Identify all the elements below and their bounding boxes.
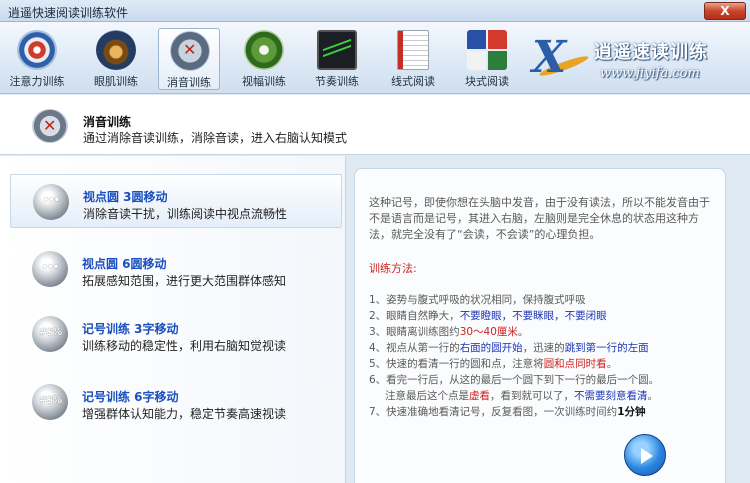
- list-item[interactable]: ••• 视点圆 6圆移动 拓展感知范围，进行更大范围群体感知: [10, 242, 342, 296]
- tool-rhythm-training[interactable]: 节奏训练: [306, 28, 368, 90]
- step-text: 3、眼睛离训练图约: [369, 326, 460, 338]
- mute-speaker-icon: [32, 109, 68, 143]
- dot-ball-icon: •••: [32, 251, 68, 287]
- title-bar: 逍遥快速阅读训练软件 X: [0, 0, 750, 22]
- step-text: 5、快速的看清一行的圆和点，注意将: [369, 358, 544, 370]
- step-text: 。: [517, 326, 529, 338]
- tool-block-reading[interactable]: 块式阅读: [456, 28, 518, 90]
- step-highlight: 不要瞪眼，不要眯眼，不要闭眼: [459, 310, 607, 322]
- tool-label: 消音训练: [167, 76, 211, 89]
- window-title: 逍遥快速阅读训练软件: [8, 6, 129, 20]
- step-text: 7、快速准确地看清记号，反复看图，一次训练时间约: [369, 406, 618, 418]
- blocks-icon: [467, 30, 507, 70]
- step-highlight: 1分钟: [617, 406, 646, 418]
- list-item[interactable]: #$% 记号训练 3字移动 训练移动的稳定性，利用右脑知觉视读: [10, 307, 342, 361]
- item-title: 记号训练 6字移动: [82, 390, 179, 404]
- tool-mute-training[interactable]: 消音训练: [158, 28, 220, 90]
- step-2: 2、眼睛自然睁大，不要瞪眼，不要眯眼，不要闭眼: [369, 308, 721, 324]
- section-description: 通过消除音读训练，消除音读，进入右脑认知模式: [83, 131, 348, 145]
- brand-url: www.jiyifa.com: [600, 66, 700, 81]
- tool-label: 眼肌训练: [94, 75, 138, 88]
- mute-speaker-icon: [170, 31, 210, 71]
- ball-glyph: #$%: [38, 395, 62, 406]
- tool-line-reading[interactable]: 线式阅读: [382, 28, 444, 90]
- ball-glyph: #$%: [38, 327, 62, 338]
- target-icon: [17, 30, 57, 70]
- toolbar: 注意力训练 眼肌训练 消音训练 视幅训练 节奏训练 线式阅读 块式阅读 X 逍遥…: [0, 22, 750, 94]
- next-arrow-button[interactable]: [624, 434, 666, 476]
- eye-icon: [96, 30, 136, 70]
- step-7: 7、快速准确地看清记号，反复看图，一次训练时间约1分钟: [369, 404, 721, 420]
- symbol-ball-icon: #$%: [32, 316, 68, 352]
- step-4: 4、视点从第一行的右面的圆开始，迅速的跳到第一行的左面: [369, 340, 721, 356]
- step-highlight: 30～40厘米: [459, 326, 518, 338]
- tool-view-width-training[interactable]: 视幅训练: [233, 28, 295, 90]
- step-5: 5、快速的看清一行的圆和点，注意将圆和点同时看。: [369, 356, 721, 372]
- tool-eye-muscle-training[interactable]: 眼肌训练: [85, 28, 147, 90]
- section-title: 消音训练: [83, 115, 132, 129]
- step-highlight: 跳到第一行的左面: [564, 342, 649, 354]
- step-text: ，看到就可以了，: [490, 390, 574, 402]
- item-title: 视点圆 6圆移动: [82, 257, 167, 271]
- close-button[interactable]: X: [704, 2, 746, 20]
- ball-glyph: •••: [42, 195, 60, 206]
- intro-text: 这种记号，即使你想在头脑中发音，由于没有读法，所以不能发音由于不是语言而是记号，…: [369, 196, 710, 241]
- step-highlight: 不需要刻意看清: [574, 390, 648, 402]
- step-text: 4、视点从第一行的: [369, 342, 460, 354]
- description-panel: 这种记号，即使你想在头脑中发音，由于没有读法，所以不能发音由于不是语言而是记号，…: [354, 168, 726, 483]
- method-title: 训练方法:: [369, 262, 417, 275]
- step-text: 。: [647, 390, 659, 402]
- step-text: 。: [606, 358, 618, 370]
- step-1: 1、姿势与腹式呼吸的状况相同，保持腹式呼吸: [369, 294, 586, 306]
- tool-label: 注意力训练: [9, 75, 65, 88]
- notebook-icon: [397, 30, 429, 70]
- tool-label: 节奏训练: [315, 75, 359, 88]
- step-highlight: 圆和点同时看: [543, 358, 607, 370]
- item-description: 训练移动的稳定性，利用右脑知觉视读: [82, 339, 287, 353]
- step-6-note: 注意最后这个点是虚看，看到就可以了，不需要刻意看清。: [369, 388, 721, 404]
- item-description: 拓展感知范围，进行更大范围群体感知: [82, 274, 287, 288]
- symbol-ball-icon: #$%: [32, 384, 68, 420]
- item-title: 视点圆 3圆移动: [83, 190, 168, 204]
- step-highlight: 右面的圆开始: [459, 342, 523, 354]
- step-text: ，迅速的: [522, 342, 565, 354]
- step-3: 3、眼睛离训练图约30～40厘米。: [369, 324, 721, 340]
- tool-label: 块式阅读: [465, 75, 509, 88]
- brand-logo: X 逍遥速读训练 www.jiyifa.com: [528, 32, 738, 88]
- brand-name: 逍遥速读训练: [594, 42, 708, 63]
- step-highlight: 虚看: [469, 390, 490, 402]
- step-text: 注意最后这个点是: [385, 390, 469, 402]
- item-description: 增强群体认知能力，稳定节奏高速视读: [82, 407, 287, 421]
- item-title: 记号训练 3字移动: [82, 322, 179, 336]
- method-steps: 1、姿势与腹式呼吸的状况相同，保持腹式呼吸 2、眼睛自然睁大，不要瞪眼，不要眯眼…: [369, 292, 721, 420]
- step-6: 6、看完一行后，从这的最后一个圆下到下一行的最后一个圆。: [369, 374, 660, 386]
- list-item[interactable]: #$% 记号训练 6字移动 增强群体认知能力，稳定节奏高速视读: [10, 375, 342, 429]
- x-logo-icon: X: [532, 32, 567, 83]
- expand-arrows-icon: [244, 30, 284, 70]
- tool-label: 线式阅读: [391, 75, 435, 88]
- list-item[interactable]: ••• 视点圆 3圆移动 消除音读干扰，训练阅读中视点流畅性: [10, 174, 342, 228]
- dot-ball-icon: •••: [33, 184, 69, 220]
- tool-attention-training[interactable]: 注意力训练: [6, 28, 68, 90]
- step-text: 2、眼睛自然睁大，: [369, 310, 460, 322]
- ball-glyph: •••: [41, 262, 59, 273]
- section-header: 消音训练 通过消除音读训练，消除音读，进入右脑认知模式: [0, 95, 750, 155]
- tool-label: 视幅训练: [242, 75, 286, 88]
- exercise-list: ••• 视点圆 3圆移动 消除音读干扰，训练阅读中视点流畅性 ••• 视点圆 6…: [0, 156, 346, 483]
- item-description: 消除音读干扰，训练阅读中视点流畅性: [83, 207, 288, 221]
- monitor-wave-icon: [317, 30, 357, 70]
